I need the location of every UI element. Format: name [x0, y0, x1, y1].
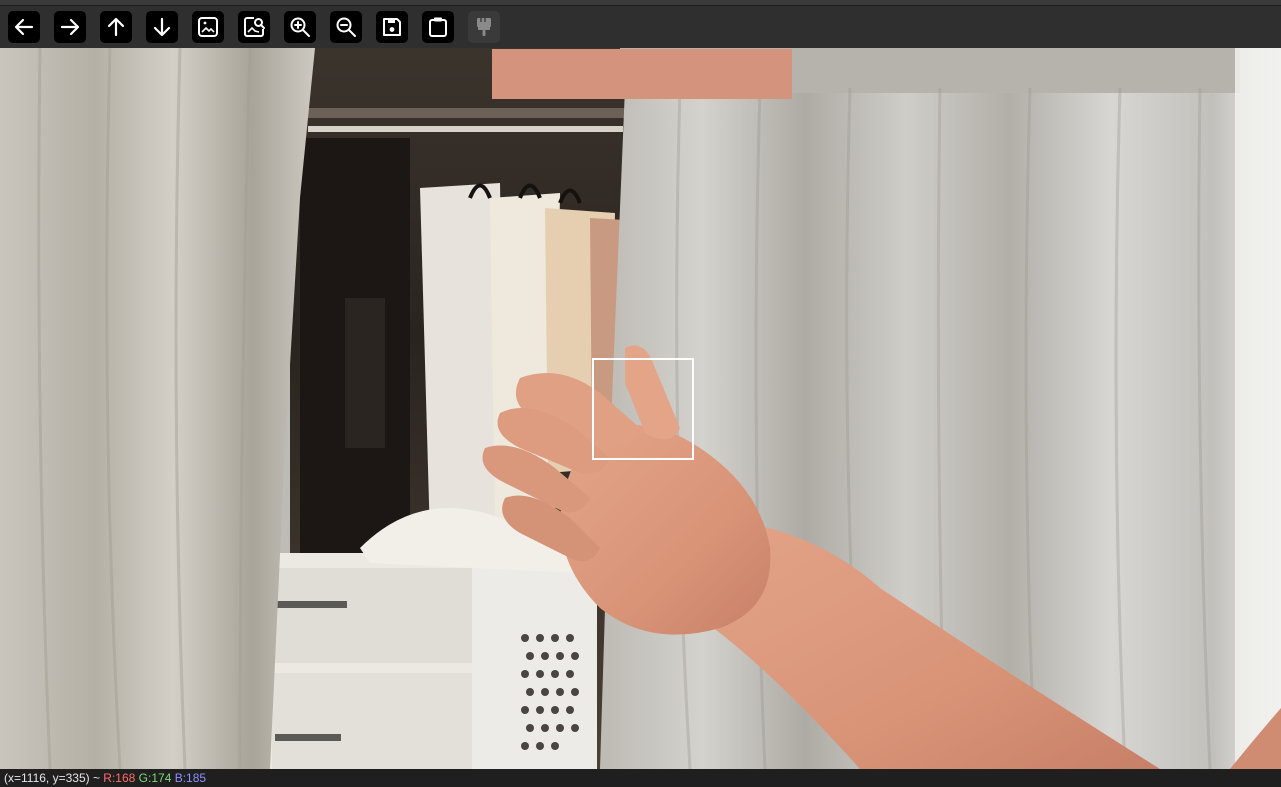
cursor-coordinates: (x=1116, y=335) ~	[4, 771, 100, 785]
properties-button[interactable]	[468, 11, 500, 43]
arrow-down-icon	[153, 17, 171, 37]
zoom-to-fit-button[interactable]	[192, 11, 224, 43]
pan-left-button[interactable]	[8, 11, 40, 43]
roi-rectangle	[592, 358, 694, 460]
zoom-out-icon	[336, 17, 356, 37]
pixel-blue-value: B:185	[174, 771, 207, 785]
zoom-out-button[interactable]	[330, 11, 362, 43]
color-swatch	[492, 49, 792, 99]
image-canvas[interactable]	[0, 48, 1281, 769]
pan-up-button[interactable]	[100, 11, 132, 43]
arrow-up-icon	[107, 17, 125, 37]
arrow-left-icon	[14, 18, 34, 36]
zoom-in-icon	[290, 17, 310, 37]
pan-down-button[interactable]	[146, 11, 178, 43]
zoom-in-button[interactable]	[284, 11, 316, 43]
floppy-disk-icon	[383, 18, 401, 36]
save-image-button[interactable]	[376, 11, 408, 43]
image-viewer-window: (x=1116, y=335) ~ R:168 G:174 B:185	[0, 0, 1281, 787]
clipboard-icon	[429, 17, 447, 37]
paint-brush-icon	[477, 18, 491, 36]
arrow-right-icon	[60, 18, 80, 36]
copy-to-clipboard-button[interactable]	[422, 11, 454, 43]
status-bar: (x=1116, y=335) ~ R:168 G:174 B:185	[0, 769, 1281, 787]
zoom-original-button[interactable]	[238, 11, 270, 43]
toolbar	[0, 6, 1281, 48]
pixel-green-value: G:174	[138, 771, 172, 785]
image-icon	[198, 17, 218, 37]
pixel-red-value: R:168	[103, 771, 136, 785]
pan-right-button[interactable]	[54, 11, 86, 43]
image-search-icon	[244, 17, 265, 37]
